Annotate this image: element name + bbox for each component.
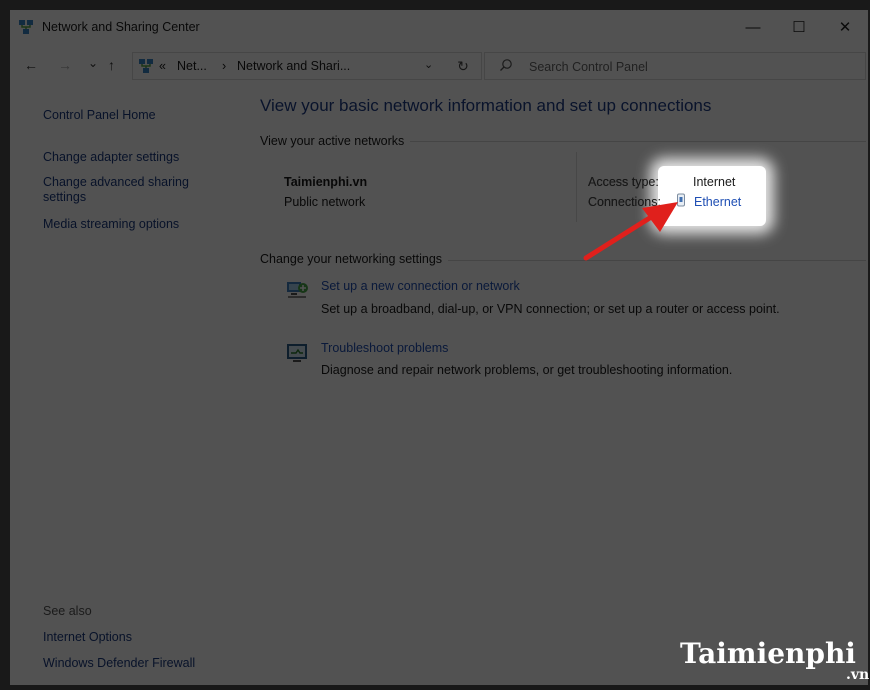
watermark-brand: Taimienphi (680, 637, 856, 670)
back-arrow-icon[interactable]: ← (24, 57, 38, 73)
column-divider (576, 152, 577, 222)
up-arrow-icon[interactable]: ↑ (108, 57, 115, 73)
breadcrumb-network-sharing[interactable]: Network and Shari... (237, 59, 350, 73)
ethernet-link[interactable]: Ethernet (694, 195, 741, 209)
network-center-icon (19, 20, 33, 34)
search-box[interactable] (484, 52, 866, 80)
control-panel-home-link[interactable]: Control Panel Home (43, 108, 233, 123)
new-connection-icon (287, 282, 308, 298)
troubleshoot-link[interactable]: Troubleshoot problems (321, 341, 448, 355)
title-bar: Network and Sharing Center — ☐ ✕ (10, 10, 868, 44)
watermark-suffix: .vn (846, 667, 870, 683)
refresh-icon[interactable]: ↻ (445, 53, 481, 79)
change-adapter-settings-link[interactable]: Change adapter settings (43, 150, 233, 165)
change-advanced-sharing-link[interactable]: Change advanced sharing settings (43, 175, 213, 205)
recent-locations-icon[interactable]: ⌄ (88, 56, 98, 70)
red-arrow-icon (583, 202, 678, 261)
active-networks-heading: View your active networks (260, 134, 411, 148)
troubleshoot-icon (287, 344, 307, 362)
media-streaming-options-link[interactable]: Media streaming options (43, 217, 233, 232)
breadcrumb-network[interactable]: Net... (177, 59, 207, 73)
search-icon (500, 59, 512, 71)
network-center-icon (139, 59, 153, 73)
setup-connection-description: Set up a broadband, dial-up, or VPN conn… (321, 302, 780, 316)
close-button[interactable]: ✕ (822, 10, 868, 44)
network-type[interactable]: Public network (284, 195, 365, 209)
page-heading: View your basic network information and … (260, 96, 712, 115)
setup-connection-link[interactable]: Set up a new connection or network (321, 279, 520, 293)
breadcrumb-overflow[interactable]: « (159, 59, 166, 73)
network-name: Taimienphi.vn (284, 175, 368, 189)
address-row: ← → ⌄ ↑ « Net... › Network and Shari... … (10, 50, 868, 80)
chevron-down-icon[interactable]: ⌄ (424, 58, 433, 71)
search-input[interactable] (527, 57, 851, 77)
taimienphi-watermark: Taimienphi .vn (680, 637, 869, 683)
network-sharing-center-window: Network and Sharing Center — ☐ ✕ ← → ⌄ ↑… (10, 10, 868, 685)
windows-firewall-link[interactable]: Windows Defender Firewall (43, 656, 233, 671)
see-also-heading: See also (43, 604, 92, 618)
change-settings-heading: Change your networking settings (260, 252, 449, 266)
forward-arrow-icon[interactable]: → (58, 57, 72, 73)
maximize-button[interactable]: ☐ (776, 10, 822, 44)
access-type-value: Internet (693, 175, 736, 189)
troubleshoot-description: Diagnose and repair network problems, or… (321, 363, 733, 377)
minimize-button[interactable]: — (730, 10, 776, 44)
breadcrumb-separator-icon: › (222, 59, 227, 73)
access-type-label-highlighted: Access type: (588, 175, 659, 189)
internet-options-link[interactable]: Internet Options (43, 630, 233, 645)
window-title: Network and Sharing Center (42, 20, 200, 34)
address-bar[interactable]: « Net... › Network and Shari... ⌄ ↻ (132, 52, 482, 80)
